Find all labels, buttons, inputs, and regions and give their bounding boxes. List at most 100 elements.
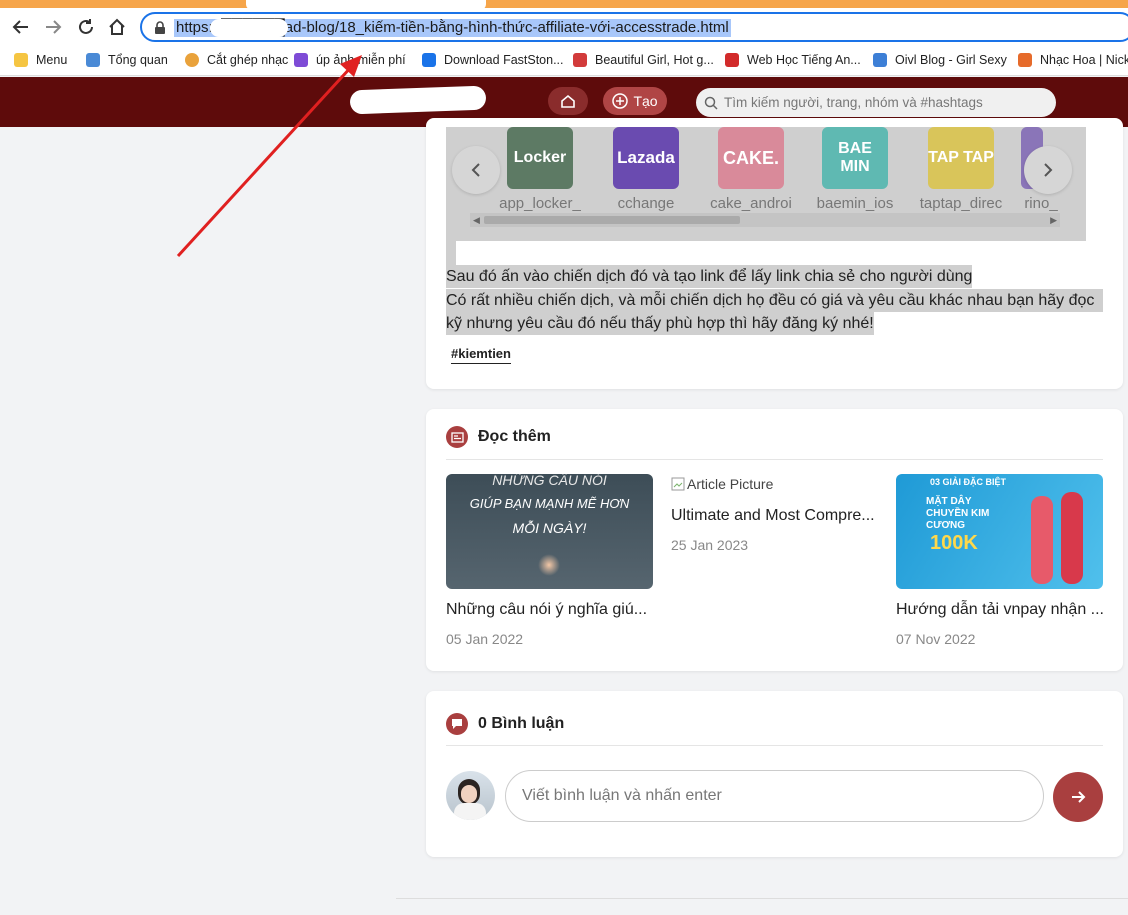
campaign-label: app_locker_: [499, 195, 581, 212]
comment-field[interactable]: [505, 770, 1044, 822]
book-icon: [725, 53, 739, 67]
scrollbar-thumb[interactable]: [484, 216, 740, 224]
send-comment-button[interactable]: [1053, 772, 1103, 822]
home-nav-button[interactable]: [548, 87, 588, 115]
section-divider: [446, 745, 1103, 746]
bookmark-label: Download FastSton...: [444, 53, 564, 67]
url-redaction: [210, 19, 288, 37]
campaign-logo: Lazada: [613, 127, 679, 189]
logo-text: Locker: [513, 149, 567, 166]
bookmark-item[interactable]: Tổng quan: [86, 53, 168, 67]
comments-card: 0 Bình luận: [426, 691, 1123, 857]
home-button[interactable]: [106, 16, 128, 38]
model-figure: [1031, 496, 1053, 584]
bookmarks-bar: Menu Tổng quan Cắt ghép nhạc úp ảnh miễn…: [0, 46, 1128, 76]
forward-arrow-icon: [46, 20, 62, 34]
article-title[interactable]: Ultimate and Most Compre...: [671, 506, 878, 526]
read-more-header: Đọc thêm: [446, 426, 551, 448]
music-icon: [185, 53, 199, 67]
slider-scrollbar[interactable]: ◀ ▶: [470, 213, 1060, 227]
campaign-logo: BAE MIN: [822, 127, 888, 189]
site-logo-redacted[interactable]: [349, 85, 487, 115]
bookmark-item[interactable]: Oivl Blog - Girl Sexy: [873, 53, 1007, 67]
page-bottom-divider: [396, 898, 1128, 899]
campaign-logo: CAKE.: [718, 127, 784, 189]
chevron-right-icon: [1044, 163, 1053, 177]
campaign-label: baemin_ios: [816, 195, 894, 212]
campaign-label: rino_: [1024, 195, 1058, 212]
selection-edge: [446, 241, 456, 265]
article-date: 07 Nov 2022: [896, 631, 976, 647]
arrow-right-icon: [1072, 791, 1086, 803]
bookmark-label: úp ảnh miễn phí: [316, 53, 406, 67]
section-divider: [446, 459, 1103, 460]
article-date: 25 Jan 2023: [671, 537, 749, 553]
thumb-caption: GIÚP BẠN MẠNH MẼ HƠN: [469, 496, 630, 511]
network-icon: [86, 53, 100, 67]
post-text-line: kỹ nhưng yêu cầu đó nếu thấy phù hợp thì…: [446, 312, 874, 335]
article-thumbnail[interactable]: NHỮNG CÂU NÓI GIÚP BẠN MẠNH MẼ HƠN MỖI N…: [446, 474, 653, 589]
reload-button[interactable]: [75, 16, 97, 38]
newspaper-icon: [446, 426, 468, 448]
hashtag-link[interactable]: #kiemtien: [451, 346, 511, 364]
bookmark-item[interactable]: Nhạc Hoa | Nicky: [1018, 53, 1128, 67]
bookmark-item[interactable]: Beautiful Girl, Hot g...: [573, 53, 714, 67]
blog-icon: [873, 53, 887, 67]
slider-prev-button[interactable]: [452, 146, 500, 194]
scroll-right-icon[interactable]: ▶: [1050, 215, 1057, 226]
campaign-label: cchange: [617, 195, 675, 212]
read-more-title: Đọc thêm: [478, 428, 551, 445]
home-icon: [109, 18, 125, 35]
campaign-slider: Locker app_locker_ Lazada cchange CAKE. …: [446, 127, 1086, 241]
site-search[interactable]: [696, 88, 1056, 117]
bookmark-label: Menu: [36, 53, 68, 67]
comment-bubble-icon: [446, 713, 468, 735]
article-thumbnail[interactable]: 03 GIẢI ĐẶC BIỆT MẶT DÂY CHUYỀN KIM CƯƠN…: [896, 474, 1103, 589]
figure-icon: [573, 53, 587, 67]
campaign-item[interactable]: BAE MIN baemin_ios: [805, 127, 905, 212]
campaign-item[interactable]: CAKE. cake_androi: [701, 127, 801, 212]
bookmark-label: Nhạc Hoa | Nicky: [1040, 53, 1128, 67]
read-more-card: Đọc thêm NHỮNG CÂU NÓI GIÚP BẠN MẠNH MẼ …: [426, 409, 1123, 671]
bookmark-label: Tổng quan: [108, 53, 168, 67]
article-item[interactable]: Article Picture Ultimate and Most Compre…: [671, 474, 878, 553]
article-item[interactable]: 03 GIẢI ĐẶC BIỆT MẶT DÂY CHUYỀN KIM CƯƠN…: [896, 474, 1103, 647]
bookmark-label: Web Học Tiếng An...: [747, 53, 861, 67]
search-icon: [704, 96, 718, 110]
article-thumbnail-broken[interactable]: Article Picture: [671, 474, 878, 494]
bookmark-item[interactable]: Menu: [14, 53, 67, 67]
comments-title: 0 Bình luận: [478, 715, 565, 732]
article-date: 05 Jan 2022: [446, 631, 524, 647]
comment-input[interactable]: [506, 771, 1043, 821]
thumb-caption: MỖI NGÀY!: [512, 520, 587, 536]
create-button[interactable]: Tạo: [603, 87, 667, 115]
address-bar[interactable]: https://██████ad-blog/18_kiếm-tiền-bằng-…: [140, 12, 1128, 42]
bookmark-item[interactable]: Cắt ghép nhạc: [185, 53, 288, 67]
thumb-caption: NHỮNG CÂU NÓI: [492, 474, 607, 488]
bookmark-item[interactable]: Download FastSton...: [422, 53, 564, 67]
search-input[interactable]: [724, 95, 1044, 110]
bookmark-item[interactable]: úp ảnh miễn phí: [294, 53, 406, 67]
campaign-item[interactable]: Locker app_locker_: [490, 127, 590, 212]
scroll-left-icon[interactable]: ◀: [473, 215, 480, 226]
forward-button[interactable]: [42, 16, 64, 38]
thumb-caption: 03 GIẢI ĐẶC BIỆT: [930, 477, 1007, 487]
feather-icon: [294, 53, 308, 67]
post-text-line: Có rất nhiều chiến dịch, và mỗi chiến dị…: [446, 289, 1103, 312]
article-title[interactable]: Hướng dẫn tải vnpay nhận ...: [896, 600, 1103, 620]
broken-image-icon: [671, 477, 685, 491]
article-item[interactable]: NHỮNG CÂU NÓI GIÚP BẠN MẠNH MẼ HƠN MỖI N…: [446, 474, 653, 647]
avatar[interactable]: [446, 771, 495, 820]
slider-next-button[interactable]: [1024, 146, 1072, 194]
campaign-logo: TAP TAP: [928, 127, 994, 189]
bookmark-label: Beautiful Girl, Hot g...: [595, 53, 714, 67]
sparkle-icon: [538, 554, 560, 576]
broken-image-alt: Article Picture: [687, 476, 774, 492]
article-title[interactable]: Những câu nói ý nghĩa giú...: [446, 600, 653, 620]
back-button[interactable]: [10, 16, 32, 38]
bookmark-item[interactable]: Web Học Tiếng An...: [725, 53, 861, 67]
campaign-item[interactable]: TAP TAP taptap_direc: [911, 127, 1011, 212]
logo-text: Lazada: [617, 148, 675, 167]
bookmark-label: Oivl Blog - Girl Sexy: [895, 53, 1007, 67]
campaign-item[interactable]: Lazada cchange: [596, 127, 696, 212]
